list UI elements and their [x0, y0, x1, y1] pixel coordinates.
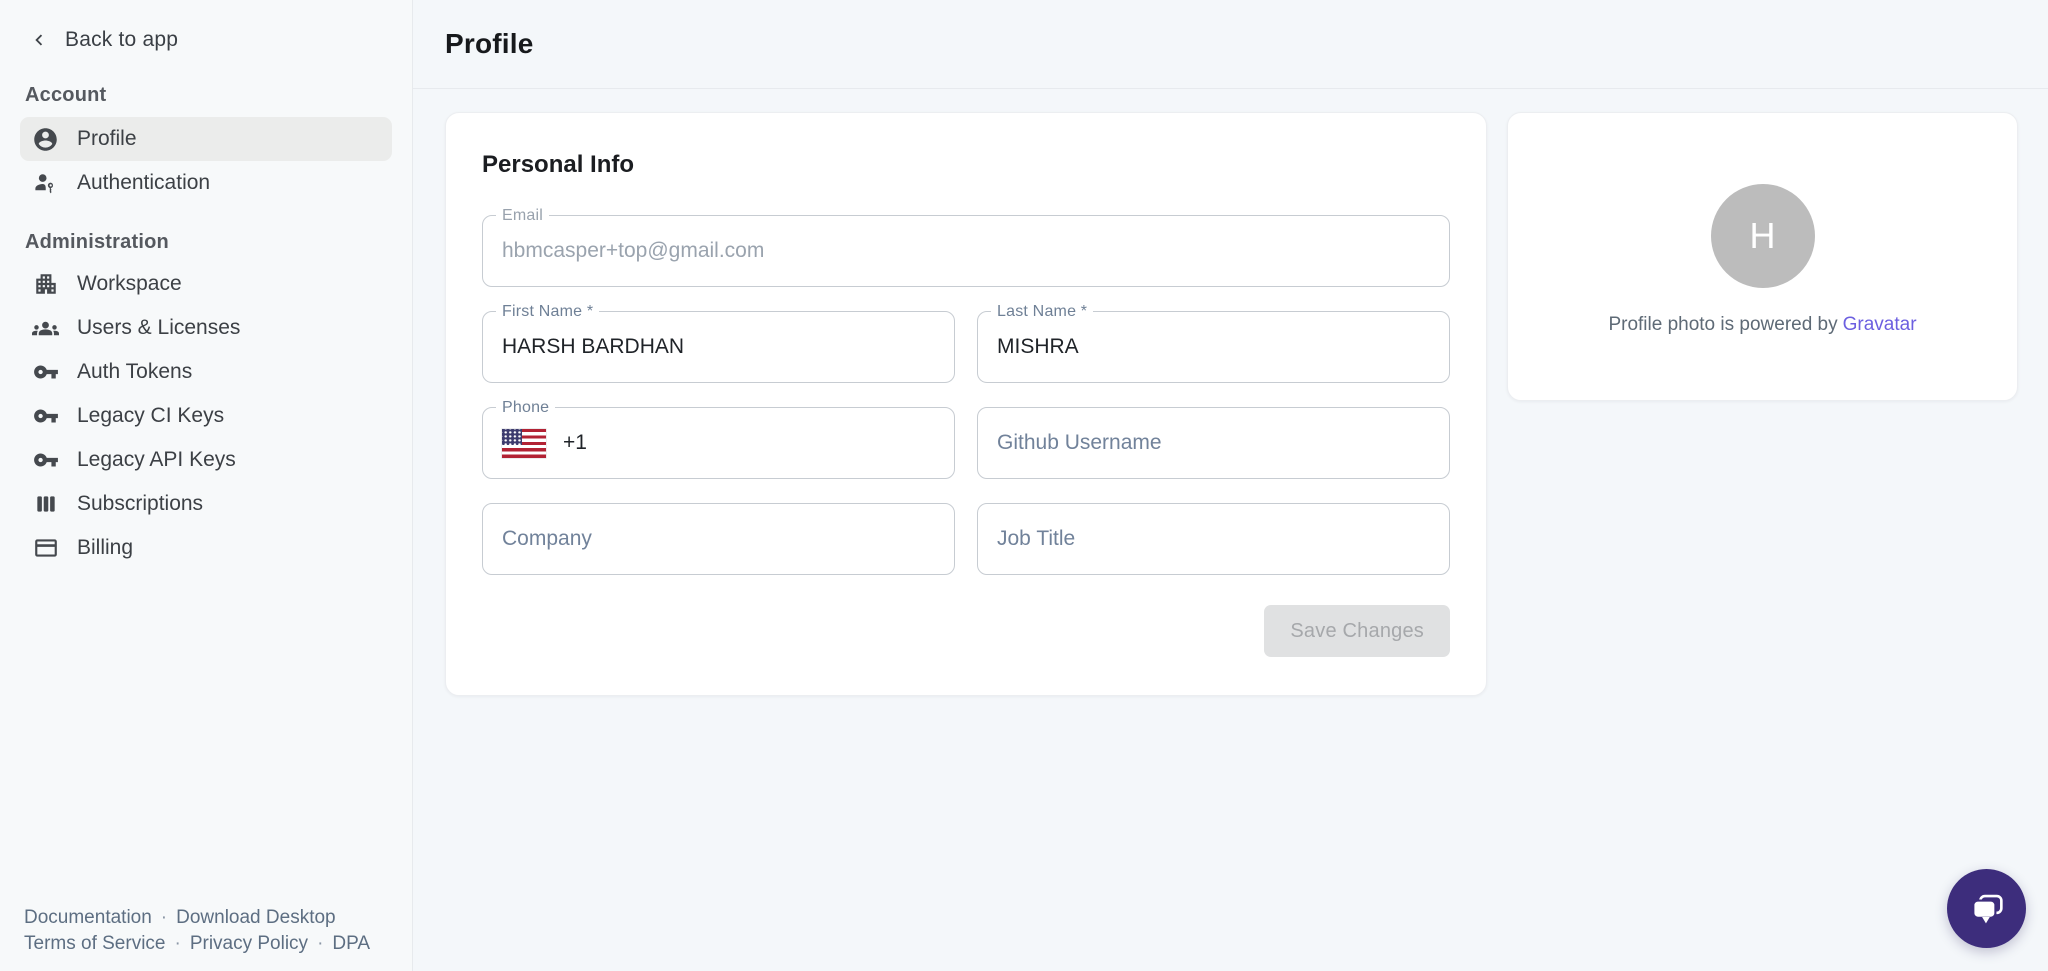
footer-link-dpa[interactable]: DPA	[332, 933, 370, 954]
sidebar-item-billing[interactable]: Billing	[20, 526, 392, 570]
page-title: Profile	[445, 28, 534, 60]
first-name-label: First Name *	[496, 303, 599, 321]
back-to-app-button[interactable]: Back to app	[0, 0, 412, 52]
chat-bubbles-icon	[1966, 888, 2008, 930]
last-name-input[interactable]	[997, 335, 1430, 359]
credit-card-icon	[32, 535, 59, 562]
footer-line-2: Terms of Service · Privacy Policy · DPA	[24, 931, 370, 957]
footer-separator: ·	[317, 933, 323, 954]
sidebar-item-label: Subscriptions	[77, 492, 203, 516]
chat-widget-button[interactable]	[1947, 869, 2026, 948]
key-icon	[32, 403, 59, 430]
last-name-label: Last Name *	[991, 303, 1093, 321]
footer-separator: ·	[174, 933, 180, 954]
github-username-input[interactable]	[997, 431, 1430, 455]
sidebar-item-workspace[interactable]: Workspace	[20, 262, 392, 306]
page-header: Profile	[413, 0, 2048, 89]
section-title-account: Account	[20, 84, 392, 107]
first-name-input[interactable]	[502, 335, 935, 359]
company-field	[482, 503, 955, 575]
personal-info-title: Personal Info	[482, 151, 1450, 179]
avatar: H	[1711, 184, 1815, 288]
phone-input[interactable]	[563, 431, 935, 455]
footer-separator: ·	[161, 907, 167, 928]
settings-sidebar: Back to app Account Profile Authenti	[0, 0, 413, 971]
app-window: Back to app Account Profile Authenti	[0, 0, 2048, 971]
email-label: Email	[496, 207, 549, 225]
sidebar-item-auth-tokens[interactable]: Auth Tokens	[20, 350, 392, 394]
phone-field: Phone	[482, 407, 955, 479]
github-username-field	[977, 407, 1450, 479]
sidebar-item-legacy-ci-keys[interactable]: Legacy CI Keys	[20, 394, 392, 438]
sidebar-item-legacy-api-keys[interactable]: Legacy API Keys	[20, 438, 392, 482]
personal-info-form: Email First Name * Last Name *	[482, 215, 1450, 657]
section-title-administration: Administration	[20, 231, 392, 254]
last-name-field: Last Name *	[977, 311, 1450, 383]
gravatar-caption: Profile photo is powered by Gravatar	[1608, 314, 1916, 336]
bars-icon	[32, 491, 59, 518]
sidebar-item-label: Legacy CI Keys	[77, 404, 224, 428]
key-icon	[32, 359, 59, 386]
sidebar-item-label: Billing	[77, 536, 133, 560]
key-icon	[32, 447, 59, 474]
sidebar-item-label: Authentication	[77, 171, 210, 195]
footer-link-privacy[interactable]: Privacy Policy	[190, 933, 308, 954]
back-to-app-label: Back to app	[65, 28, 178, 52]
first-name-field: First Name *	[482, 311, 955, 383]
sidebar-item-label: Workspace	[77, 272, 182, 296]
sidebar-item-authentication[interactable]: Authentication	[20, 161, 392, 205]
job-title-input[interactable]	[997, 527, 1430, 551]
chevron-left-icon	[28, 29, 50, 51]
main-content: Profile Personal Info Email First Name *	[413, 0, 2048, 971]
footer-link-download-desktop[interactable]: Download Desktop	[176, 907, 335, 928]
sidebar-item-profile[interactable]: Profile	[20, 117, 392, 161]
sidebar-item-label: Users & Licenses	[77, 316, 240, 340]
sidebar-item-label: Profile	[77, 127, 137, 151]
phone-label: Phone	[496, 399, 555, 417]
avatar-letter: H	[1750, 215, 1776, 257]
save-changes-button[interactable]: Save Changes	[1264, 605, 1450, 657]
footer-link-documentation[interactable]: Documentation	[24, 907, 152, 928]
sidebar-item-subscriptions[interactable]: Subscriptions	[20, 482, 392, 526]
company-input[interactable]	[502, 527, 935, 551]
footer-line-1: Documentation · Download Desktop	[24, 905, 370, 931]
content-area: Personal Info Email First Name * Last Na…	[413, 89, 2048, 696]
person-key-icon	[32, 170, 59, 197]
personal-info-card: Personal Info Email First Name * Last Na…	[445, 112, 1487, 696]
sidebar-item-label: Auth Tokens	[77, 360, 192, 384]
account-circle-icon	[32, 126, 59, 153]
footer-link-terms[interactable]: Terms of Service	[24, 933, 165, 954]
gravatar-caption-text: Profile photo is powered by	[1608, 314, 1837, 335]
building-icon	[32, 271, 59, 298]
sidebar-footer: Documentation · Download Desktop Terms of …	[24, 905, 370, 957]
groups-icon	[32, 315, 59, 342]
gravatar-link[interactable]: Gravatar	[1843, 314, 1917, 335]
us-flag-icon[interactable]	[502, 429, 546, 458]
gravatar-card: H Profile photo is powered by Gravatar	[1507, 112, 2018, 401]
sidebar-item-label: Legacy API Keys	[77, 448, 236, 472]
job-title-field	[977, 503, 1450, 575]
email-input	[502, 239, 1430, 263]
email-field: Email	[482, 215, 1450, 287]
sidebar-nav: Account Profile Authentication Administ	[0, 84, 412, 570]
sidebar-item-users-licenses[interactable]: Users & Licenses	[20, 306, 392, 350]
